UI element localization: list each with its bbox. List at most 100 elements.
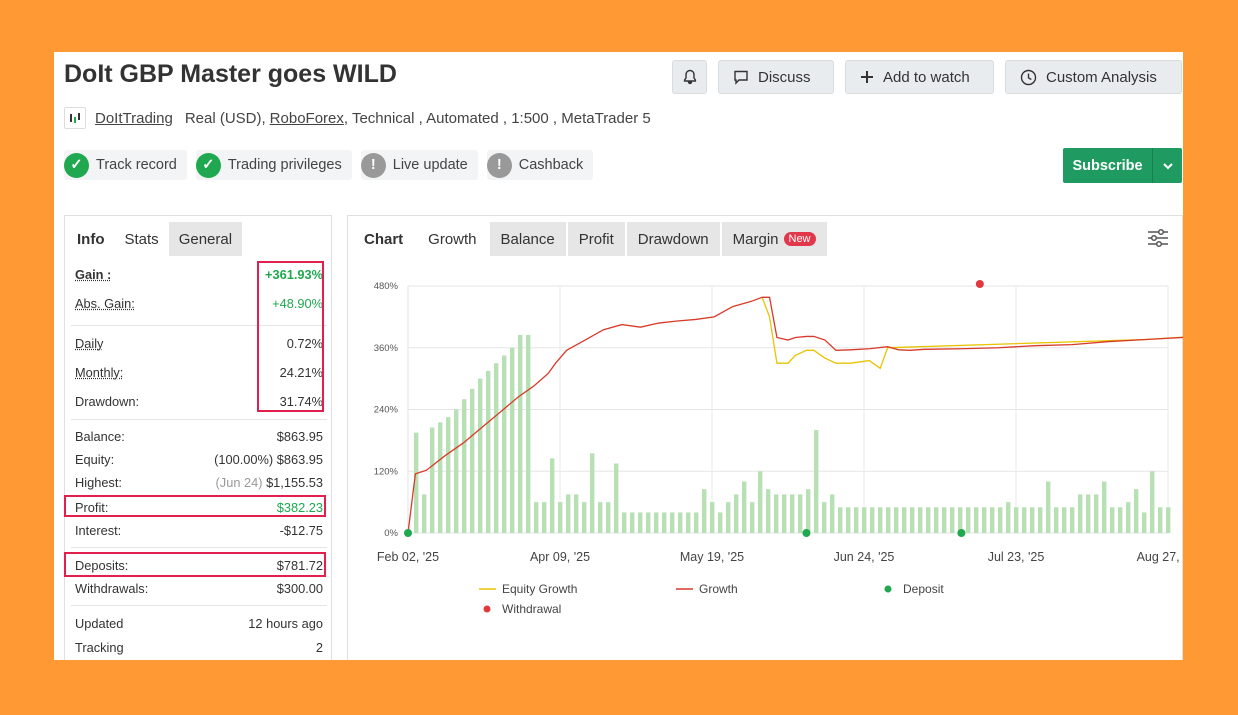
stat-key: Withdrawals: [75,581,149,596]
profit-bar [886,507,891,533]
profit-bar [910,507,915,533]
badge-label: Track record [96,157,177,173]
check-icon: ✓ [64,152,89,178]
badge-label: Trading privileges [227,157,342,173]
profit-bar [894,507,899,533]
stat-value: -$12.75 [279,523,323,538]
deposit-marker [404,529,412,537]
clock-icon [1020,69,1037,85]
profit-bar [1158,507,1163,533]
stat-tracking: Tracking 2 [75,640,323,655]
y-tick-label: 480% [374,281,399,292]
profit-bar [718,512,723,533]
custom-analysis-label: Custom Analysis [1046,68,1157,86]
profit-bar [710,502,715,533]
stat-highest: Highest: (Jun 24) $1,155.53 [75,475,323,490]
profit-bar [654,512,659,533]
page-title: DoIt GBP Master goes WILD [64,60,397,88]
y-tick-label: 240% [374,405,399,416]
legend-swatch [483,605,491,613]
x-tick-label: Feb 02, '25 [377,550,439,564]
subscribe-button[interactable]: Subscribe [1063,148,1182,183]
profit-bar [662,512,667,533]
profit-bar [694,512,699,533]
profit-bar [630,512,635,533]
profit-bar [950,507,955,533]
profit-bar [542,502,547,533]
plus-icon [861,71,873,83]
strategy-card: DoIt GBP Master goes WILD Discuss Add to… [54,52,1183,660]
profit-bar [454,409,459,533]
stat-interest: Interest: -$12.75 [75,523,323,538]
profit-bar [670,512,675,533]
profit-bar [838,507,843,533]
stat-key[interactable]: Monthly: [75,365,123,380]
stat-key[interactable]: Daily [75,336,103,351]
profit-bar [918,507,923,533]
profit-bar [758,471,763,533]
bell-icon [683,69,696,85]
divider [71,547,327,548]
profit-bar [550,458,555,533]
legend-label: Deposit [903,582,944,596]
growth-chart: 480% 360% 240% 120% 0% Feb 02, '25 Apr 09, '25… [374,280,1183,616]
chevron-down-icon[interactable] [1152,148,1182,183]
tab-stats[interactable]: Stats [114,222,169,256]
profit-bar [998,507,1003,533]
legend-swatch [884,585,892,593]
profit-bar [486,370,491,533]
profit-bar [462,399,467,533]
profit-bar [1062,507,1067,533]
stat-value: $300.00 [276,581,323,596]
add-to-watch-label: Add to watch [883,68,970,86]
profit-bar [606,502,611,533]
broker-link[interactable]: RoboForex [270,110,344,127]
x-tick-label: Jul 23, '25 [988,550,1045,564]
stat-key[interactable]: Abs. Gain: [75,296,135,311]
profit-bar [510,347,515,533]
profit-bar [582,502,587,533]
tab-info[interactable]: Info [67,222,115,256]
stat-updated: Updated 12 hours ago [75,616,323,631]
add-to-watch-button[interactable]: Add to watch [845,60,994,94]
profit-bar [862,507,867,533]
chart-panel: Chart Growth Balance Profit Drawdown Mar… [347,215,1183,660]
author-logo-icon [64,107,86,129]
profit-bar [518,334,523,533]
x-tick-label: Jun 24, '25 [834,550,895,564]
profit-bar [870,507,875,533]
profit-bar [438,422,443,533]
badge-track-record: ✓ Track record [64,150,187,180]
profit-bar [790,494,795,533]
discuss-button[interactable]: Discuss [718,60,834,94]
author-link[interactable]: DoItTrading [95,110,173,127]
growth-line [407,296,1183,534]
notify-button[interactable] [672,60,707,94]
badge-trading-privileges: ✓ Trading privileges [195,150,352,180]
account-type: Real (USD), [184,109,266,127]
check-icon: ✓ [195,152,221,178]
profit-bar [1102,481,1107,533]
profit-bar [534,502,539,533]
profit-bar [806,489,811,533]
profit-bar [590,453,595,533]
profit-bar [502,355,507,533]
profit-bar [1046,481,1051,533]
profit-bar [1054,507,1059,533]
profit-bar [966,507,971,533]
exclamation-icon: ! [486,152,512,178]
custom-analysis-button[interactable]: Custom Analysis [1005,60,1182,94]
profit-bar [878,507,883,533]
x-tick-label: May 19, '25 [680,550,744,564]
profit-bar [478,378,483,533]
chat-icon [734,70,748,85]
left-tabs: Info Stats General [65,216,331,256]
profit-bar [598,502,603,533]
discuss-label: Discuss [758,68,811,86]
tab-general[interactable]: General [168,222,243,256]
stat-key: Highest: [75,475,122,490]
profit-bar [686,512,691,533]
y-tick-label: 0% [384,528,398,539]
profit-bar [974,507,979,533]
stat-key[interactable]: Gain : [75,267,111,282]
